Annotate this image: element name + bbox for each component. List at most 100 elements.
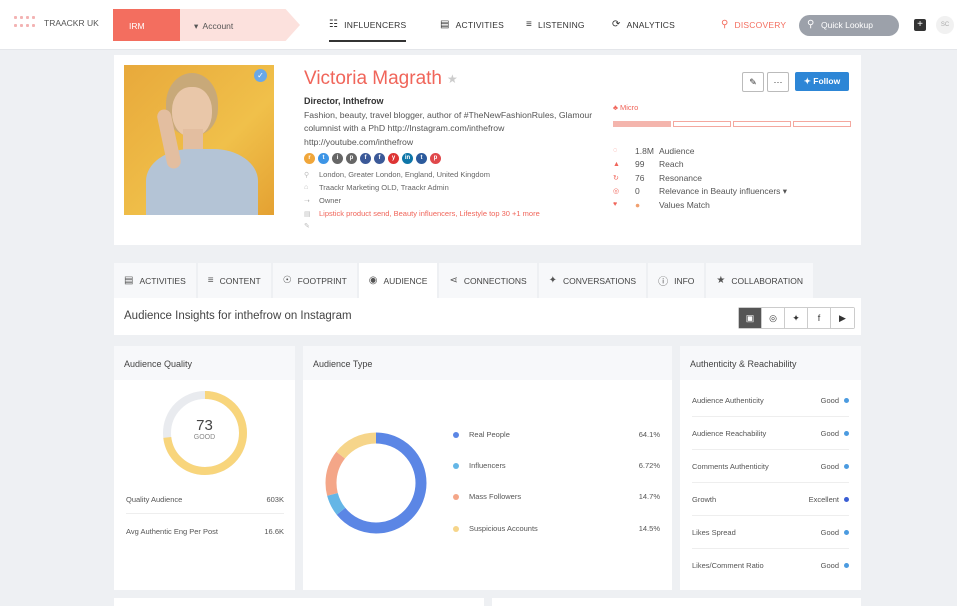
quick-lookup-placeholder: Quick Lookup <box>821 20 873 30</box>
tier-segment <box>673 121 731 127</box>
tab-connections[interactable]: ⋖ CONNECTIONS <box>439 263 539 298</box>
more-options-button[interactable]: ··· <box>767 72 789 92</box>
instagram-icon[interactable]: ◎ <box>762 308 785 328</box>
quick-lookup-input[interactable]: ⚲ Quick Lookup <box>799 15 899 36</box>
twitter-icon[interactable]: ✦ <box>785 308 808 328</box>
tab-label: CONNECTIONS <box>463 275 527 286</box>
nav-listening[interactable]: ≡ LISTENING <box>526 19 585 30</box>
legend-dot <box>453 525 459 532</box>
status-dot <box>844 463 849 469</box>
metric-values-match: ♥ ● Values Match <box>613 198 787 212</box>
authenticity-value: Good <box>820 527 839 537</box>
facebook-icon[interactable]: f <box>360 153 371 164</box>
lists-links[interactable]: Lipstick product send, Beauty influencer… <box>319 209 540 218</box>
nav-influencers[interactable]: ☷ INFLUENCERS <box>329 19 407 42</box>
status-dot <box>844 529 849 535</box>
status-dot <box>844 397 849 403</box>
twitter-icon[interactable]: t <box>318 153 329 164</box>
nav-discovery-label: DISCOVERY <box>734 19 787 30</box>
insights-title: Audience Insights for inthefrow on Insta… <box>124 310 352 322</box>
authenticity-label: Audience Reachability <box>692 428 767 438</box>
influencer-bio: Fashion, beauty, travel blogger, author … <box>304 110 593 147</box>
quality-score-label: GOOD <box>193 434 216 441</box>
tab-conversations[interactable]: ✦ CONVERSATIONS <box>538 263 649 298</box>
linkedin-icon[interactable]: in <box>402 153 413 164</box>
folder-icon: ▤ <box>304 210 311 218</box>
metric-relevance[interactable]: ◎ 0 Relevance in Beauty influencers ▾ <box>613 185 787 199</box>
edit-button[interactable]: ✎ <box>742 72 764 92</box>
nav-analytics[interactable]: ⟳ ANALYTICS <box>612 19 675 30</box>
metric-audience: ◌ 1.8M Audience <box>613 144 787 158</box>
facebook-icon[interactable]: f <box>808 308 831 328</box>
tab-collaboration[interactable]: ★ COLLABORATION <box>706 263 815 298</box>
tab-footprint[interactable]: ☉ FOOTPRINT <box>272 263 359 298</box>
quality-row-label: Avg Authentic Eng Per Post <box>126 527 219 536</box>
youtube-icon[interactable]: y <box>388 153 399 164</box>
authenticity-label: Likes/Comment Ratio <box>692 561 764 570</box>
audience-type-row: Real People 64.1% <box>453 430 660 439</box>
tab-content[interactable]: ≡ CONTENT <box>197 263 273 298</box>
instagram-filled-icon[interactable]: ▣ <box>739 308 762 328</box>
tab-audience[interactable]: ◉ AUDIENCE <box>358 263 440 298</box>
heart-icon: ♥ <box>613 201 618 209</box>
tab-label: INFO <box>674 275 695 286</box>
authenticity-label: Audience Authenticity <box>692 395 764 405</box>
authenticity-row: Comments Authenticity Good <box>692 450 849 483</box>
metric-value: 76 <box>635 172 645 183</box>
status-dot <box>844 496 849 502</box>
influencer-title: Director, Inthefrow <box>304 96 384 106</box>
metric-value: 0 <box>635 186 640 197</box>
tumblr-icon[interactable]: t <box>416 153 427 164</box>
authenticity-value: Good <box>820 561 839 570</box>
tag-icon[interactable]: ✎ <box>304 222 312 230</box>
pinterest-icon[interactable]: p <box>430 153 441 164</box>
metric-value: 99 <box>635 159 645 170</box>
owner-role-row: ➝ Owner <box>304 196 341 205</box>
lower-panel <box>114 598 484 606</box>
influencer-name: Victoria Magrath <box>304 68 442 89</box>
authenticity-row: Growth Excellent <box>692 483 849 516</box>
youtube-icon[interactable]: ▶ <box>831 308 854 328</box>
facebook-page-icon[interactable]: f <box>374 153 385 164</box>
location-text: London, Greater London, England, United … <box>319 170 490 179</box>
authenticity-label: Likes Spread <box>692 527 736 537</box>
nav-influencers-label: INFLUENCERS <box>344 19 407 30</box>
status-dot <box>844 563 849 568</box>
account-dropdown[interactable]: ▾ Account <box>180 9 300 41</box>
add-button[interactable]: + <box>914 19 926 31</box>
tab-label: AUDIENCE <box>383 275 428 286</box>
instagram-icon[interactable]: i <box>332 153 343 164</box>
metrics-list: ◌ 1.8M Audience ▲ 99 Reach ↻ 76 Resonanc… <box>613 144 787 212</box>
irm-switch[interactable]: IRM <box>113 9 183 41</box>
owners-row: ⌂ Traackr Marketing OLD, Traackr Admin <box>304 183 449 192</box>
tab-activities[interactable]: ▤ ACTIVITIES <box>114 263 198 298</box>
nav-discovery[interactable]: ⚲ DISCOVERY <box>721 19 786 30</box>
brand-label: TRAACKR UK <box>44 18 99 28</box>
rss-icon[interactable]: r <box>304 153 315 164</box>
authenticity-heading: Authenticity & Reachability <box>680 346 861 380</box>
info-icon: ⓘ <box>658 277 669 288</box>
favorite-star-icon[interactable]: ★ <box>447 72 458 86</box>
quality-row: Quality Audience 603K <box>126 495 284 514</box>
metric-label: Values Match <box>659 199 710 210</box>
brand[interactable]: TRAACKR UK <box>14 16 99 30</box>
legend-dot <box>453 431 459 438</box>
tab-info[interactable]: ⓘ INFO <box>648 263 707 298</box>
audience-type-panel: Audience Type Real People 64.1% Influenc… <box>303 346 672 590</box>
authenticity-row: Likes Spread Good <box>692 516 849 549</box>
pinterest-grey-icon[interactable]: p <box>346 153 357 164</box>
follow-button[interactable]: ✦ Follow <box>795 72 849 91</box>
traackr-logo-icon <box>14 16 36 30</box>
authenticity-value: Good <box>820 428 839 438</box>
authenticity-row: Likes/Comment Ratio Good <box>692 549 849 582</box>
resonance-icon: ↻ <box>613 174 619 182</box>
audience-icon: ◌ <box>613 147 618 155</box>
star-icon: ★ <box>716 275 726 286</box>
nav-analytics-label: ANALYTICS <box>626 19 675 30</box>
social-links: r t i p f f y in t p <box>304 153 441 164</box>
legend-value: 14.5% <box>638 524 660 533</box>
twitter-bird-icon: ✦ <box>803 76 811 86</box>
user-avatar[interactable]: SC <box>936 16 954 34</box>
nav-activities[interactable]: ▤ ACTIVITIES <box>440 19 504 30</box>
metric-resonance: ↻ 76 Resonance <box>613 171 787 185</box>
